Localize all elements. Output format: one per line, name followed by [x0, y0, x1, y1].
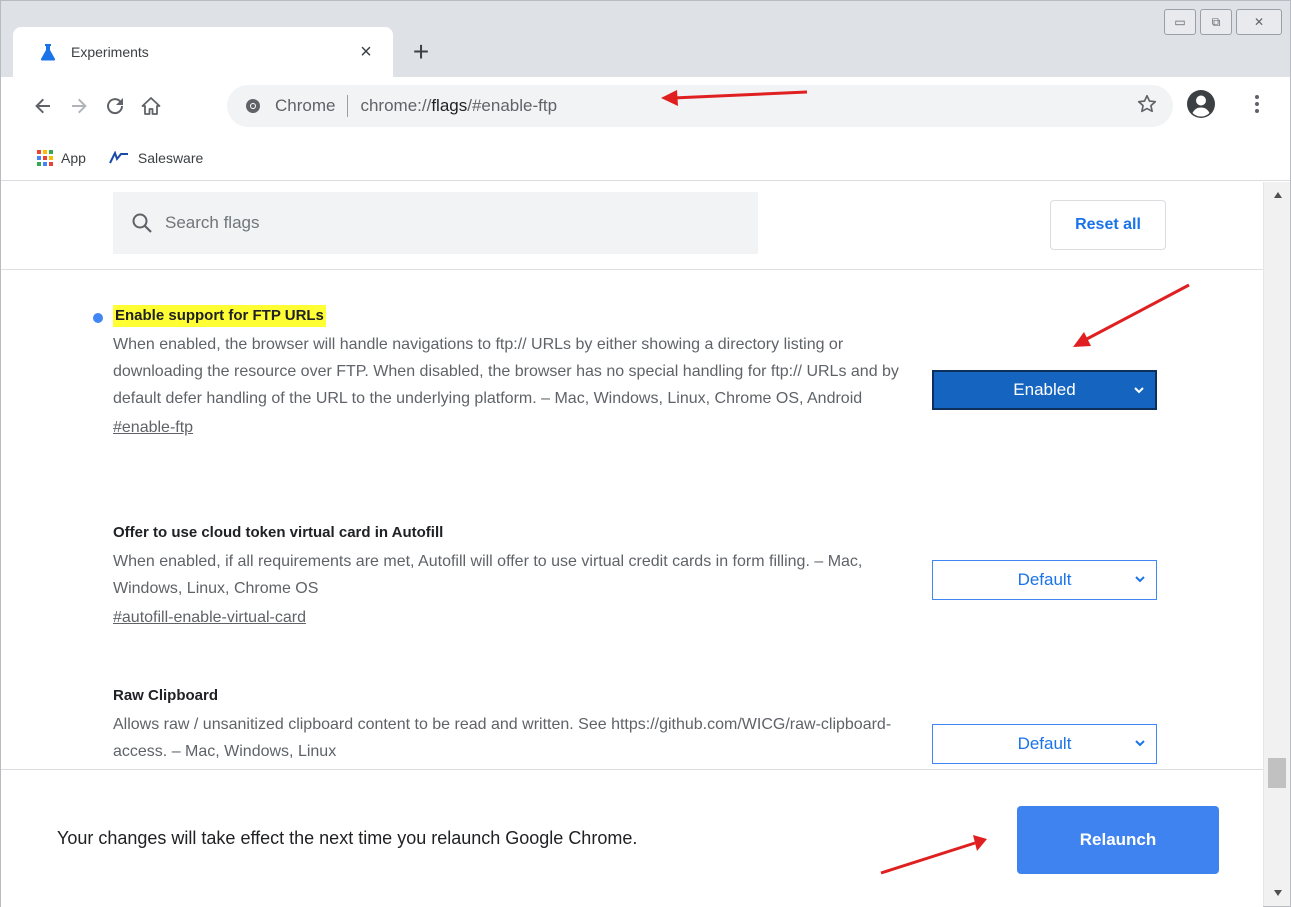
- scroll-up-arrow-icon[interactable]: [1264, 186, 1291, 204]
- experiment-select-enable-ftp[interactable]: Enabled: [932, 370, 1157, 410]
- minimize-button[interactable]: ▭: [1164, 9, 1196, 35]
- search-box[interactable]: [113, 192, 758, 254]
- back-button[interactable]: [25, 88, 61, 124]
- new-tab-button[interactable]: +: [405, 37, 437, 69]
- reload-icon: [107, 98, 124, 115]
- star-icon: [1137, 94, 1157, 113]
- experiment-select-autofill-virtual-card[interactable]: Default: [932, 560, 1157, 600]
- experiment-title: Offer to use cloud token virtual card in…: [113, 524, 444, 541]
- experiment-description: When enabled, if all requirements are me…: [113, 553, 863, 597]
- home-icon: [141, 97, 161, 115]
- window-controls: ▭ ⧉ ✕: [1164, 9, 1282, 35]
- experiment-description: When enabled, the browser will handle na…: [113, 336, 899, 407]
- forward-button[interactable]: [61, 88, 97, 124]
- relaunch-button[interactable]: Relaunch: [1017, 806, 1219, 874]
- bookmark-app[interactable]: App: [37, 149, 86, 166]
- select-value: Enabled: [1013, 380, 1076, 399]
- experiment-permalink[interactable]: #enable-ftp: [113, 414, 193, 441]
- bookmark-label: App: [61, 149, 86, 166]
- menu-button[interactable]: [1254, 93, 1260, 120]
- experiment-title: Raw Clipboard: [113, 687, 219, 704]
- bookmark-label: Salesware: [137, 149, 204, 166]
- scroll-down-arrow-icon[interactable]: [1264, 884, 1291, 902]
- page-scrollbar[interactable]: [1263, 182, 1290, 906]
- forward-arrow-icon: [72, 98, 87, 114]
- chevron-down-icon: [1134, 573, 1146, 585]
- experiment-title: Enable support for FTP URLs: [113, 305, 326, 327]
- salesware-logo-icon: [108, 150, 130, 165]
- kebab-menu-icon: [1255, 95, 1259, 113]
- avatar-icon: [1187, 90, 1215, 118]
- reset-all-button[interactable]: Reset all: [1050, 200, 1166, 250]
- chevron-down-icon: [1133, 384, 1145, 396]
- modified-indicator-dot: [93, 313, 103, 323]
- chevron-down-icon: [1134, 737, 1146, 749]
- experiment-description: Allows raw / unsanitized clipboard conte…: [113, 716, 892, 760]
- experiment-permalink[interactable]: #autofill-enable-virtual-card: [113, 604, 306, 631]
- bookmarks-bar: App Salesware: [1, 135, 1290, 181]
- flags-header: Reset all: [1, 182, 1263, 270]
- close-window-button[interactable]: ✕: [1236, 9, 1282, 35]
- relaunch-message: Your changes will take effect the next t…: [57, 828, 638, 848]
- omnibox-origin-chip: Chrome: [275, 96, 336, 115]
- flask-icon: [39, 43, 57, 61]
- bookmark-star-button[interactable]: [1136, 93, 1158, 120]
- tab-title: Experiments: [71, 44, 149, 60]
- scrollbar-thumb[interactable]: [1268, 758, 1286, 788]
- search-icon: [131, 212, 153, 234]
- tab-strip: Experiments × + ▭ ⧉ ✕: [1, 1, 1290, 77]
- profile-button[interactable]: [1186, 89, 1216, 124]
- apps-grid-icon: [37, 149, 53, 166]
- select-value: Default: [1017, 734, 1072, 753]
- relaunch-bar: Your changes will take effect the next t…: [1, 769, 1263, 907]
- bookmark-salesware[interactable]: Salesware: [108, 150, 203, 166]
- back-arrow-icon: [35, 98, 50, 114]
- reload-button[interactable]: [97, 88, 133, 124]
- omnibox-divider: [347, 95, 349, 117]
- maximize-button[interactable]: ⧉: [1200, 9, 1232, 35]
- browser-window: Experiments × + ▭ ⧉ ✕ Chrome chrome://fl…: [0, 0, 1291, 907]
- home-button[interactable]: [133, 88, 169, 124]
- search-input[interactable]: [165, 213, 725, 233]
- experiment-select-raw-clipboard[interactable]: Default: [932, 724, 1157, 764]
- tab-close-icon[interactable]: ×: [353, 39, 379, 65]
- address-bar[interactable]: Chrome chrome://flags/#enable-ftp: [227, 85, 1173, 127]
- chrome-logo-icon: [245, 98, 261, 114]
- omnibox-url: chrome://flags/#enable-ftp: [360, 96, 558, 115]
- select-value: Default: [1017, 570, 1072, 589]
- toolbar: Chrome chrome://flags/#enable-ftp: [1, 77, 1290, 135]
- tab-experiments[interactable]: Experiments ×: [13, 27, 393, 77]
